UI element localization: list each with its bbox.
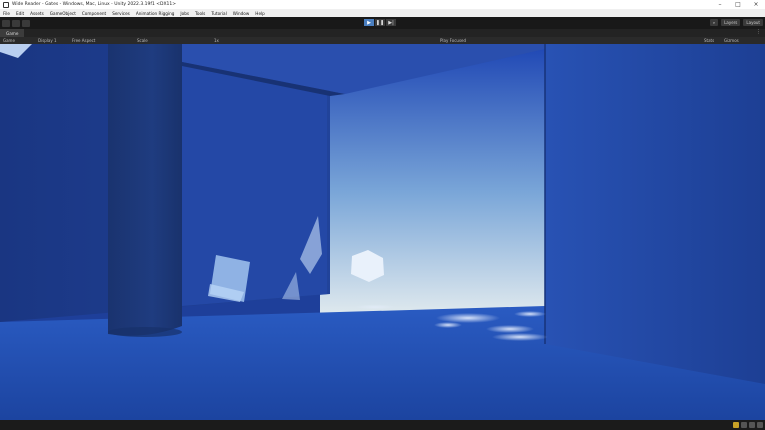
- menu-tutorial[interactable]: Tutorial: [208, 11, 229, 16]
- light-spot: [514, 311, 546, 317]
- tab-game[interactable]: Game: [0, 29, 25, 37]
- display-mode-dropdown[interactable]: Game: [3, 38, 15, 43]
- menu-assets[interactable]: Assets: [27, 11, 47, 16]
- back-wall-panel: [182, 64, 327, 306]
- light-spot: [486, 325, 534, 333]
- window-controls: – □ ×: [711, 0, 765, 9]
- play-button[interactable]: ▶: [364, 19, 374, 26]
- status-icons: [731, 422, 763, 428]
- menu-services[interactable]: Services: [109, 11, 133, 16]
- toolbar-right: ⌕ Layers Layout: [707, 19, 763, 26]
- scene-render: [0, 44, 765, 420]
- menu-tools[interactable]: Tools: [192, 11, 208, 16]
- game-tab-strip: Game ⋮: [0, 29, 765, 37]
- pause-button[interactable]: ❚❚: [375, 19, 385, 26]
- display-dropdown[interactable]: Display 1: [38, 38, 57, 43]
- minimize-icon[interactable]: –: [711, 0, 729, 9]
- console-icon[interactable]: [749, 422, 755, 428]
- light-spot: [492, 333, 548, 341]
- game-viewport[interactable]: [0, 44, 765, 420]
- aspect-dropdown[interactable]: Free Aspect: [72, 38, 95, 43]
- scale-label: Scale: [137, 38, 148, 43]
- unity-logo-icon: [3, 1, 9, 8]
- menu-bar: File Edit Assets GameObject Component Se…: [0, 9, 765, 17]
- play-controls: ▶ ❚❚ ▶|: [364, 19, 397, 26]
- menu-file[interactable]: File: [0, 11, 13, 16]
- layers-dropdown[interactable]: Layers: [721, 19, 741, 26]
- pillar: [108, 44, 182, 336]
- menu-gameobject[interactable]: GameObject: [47, 11, 79, 16]
- collab-button[interactable]: [22, 19, 30, 27]
- light-spot: [436, 313, 500, 323]
- menu-window[interactable]: Window: [230, 11, 253, 16]
- menu-edit[interactable]: Edit: [13, 11, 27, 16]
- search-icon[interactable]: ⌕: [709, 19, 719, 26]
- account-button[interactable]: [2, 19, 10, 27]
- warning-icon[interactable]: [733, 422, 739, 428]
- status-bar: [0, 420, 765, 430]
- light-spot: [355, 304, 395, 310]
- cloud-icon[interactable]: [12, 19, 20, 27]
- game-view-toolbar: Game Display 1 Free Aspect Scale 1x Play…: [0, 37, 765, 44]
- layout-dropdown[interactable]: Layout: [743, 19, 763, 26]
- window-title-bar: Wide Reader - Gates - Windows, Mac, Linu…: [0, 0, 765, 9]
- bell-icon[interactable]: [757, 422, 763, 428]
- gizmos-dropdown[interactable]: Gizmos: [724, 38, 739, 43]
- menu-animation-rigging[interactable]: Animation Rigging: [133, 11, 178, 16]
- stats-button[interactable]: Stats: [704, 38, 714, 43]
- play-focused-dropdown[interactable]: Play Focused: [440, 38, 466, 43]
- menu-help[interactable]: Help: [252, 11, 268, 16]
- light-spot: [434, 322, 462, 328]
- tab-menu-icon[interactable]: ⋮: [756, 29, 761, 35]
- maximize-icon[interactable]: □: [729, 0, 747, 9]
- scale-value[interactable]: 1x: [214, 38, 219, 43]
- progress-icon[interactable]: [741, 422, 747, 428]
- close-icon[interactable]: ×: [747, 0, 765, 9]
- menu-jobs[interactable]: Jobs: [177, 11, 192, 16]
- step-button[interactable]: ▶|: [386, 19, 396, 26]
- window-title: Wide Reader - Gates - Windows, Mac, Linu…: [12, 2, 177, 7]
- menu-component[interactable]: Component: [79, 11, 109, 16]
- right-wall: [545, 44, 765, 384]
